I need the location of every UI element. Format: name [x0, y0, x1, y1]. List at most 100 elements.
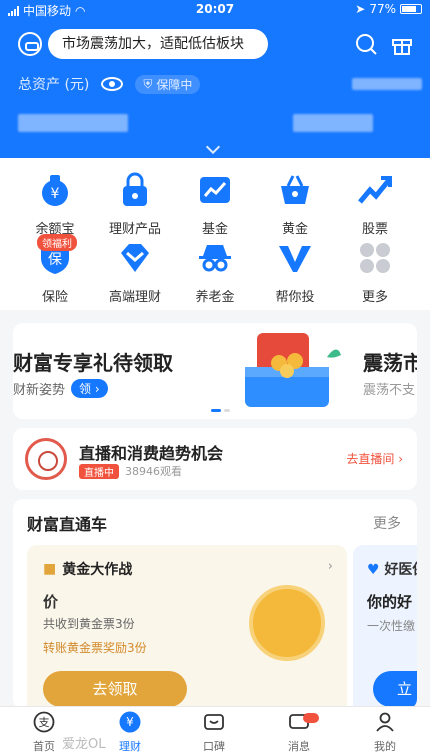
grid-item-wealth[interactable]: 理财产品: [95, 172, 175, 237]
grid-label: 帮你投: [275, 290, 315, 305]
total-assets-label: 总资产 (元): [18, 77, 90, 93]
gift-box-illustration: [245, 333, 341, 407]
chart-icon: [200, 177, 230, 203]
basket-icon: [281, 175, 309, 204]
masked-value: [352, 78, 423, 90]
koubei-icon: [204, 714, 224, 730]
user-icon: [376, 712, 394, 732]
section-title: 财富直通车: [27, 515, 108, 534]
health-insurance-card[interactable]: ♥ 好医保 你的好 一次性缴 立: [353, 545, 417, 709]
market-notice[interactable]: 市场震荡加大，适配低估板块: [48, 29, 268, 59]
location-icon: ➤: [355, 2, 366, 16]
gift-icon[interactable]: [390, 32, 414, 56]
diamond-icon: [121, 244, 149, 272]
tab-label: 消息: [288, 740, 310, 753]
trend-icon: [358, 176, 392, 204]
svg-text:保: 保: [48, 252, 62, 268]
masked-total-amount: [18, 114, 128, 132]
grid-label: 保险: [41, 290, 68, 305]
lock-icon: [123, 172, 147, 206]
grid-item-more[interactable]: 更多: [335, 240, 415, 305]
claim-button[interactable]: 领 ›: [71, 379, 108, 398]
battery-label: 77%: [369, 2, 396, 16]
grid-item-fund[interactable]: 基金: [175, 172, 255, 237]
yuan-icon: ¥: [119, 711, 141, 733]
claim-gold-button[interactable]: 去领取: [43, 671, 187, 707]
live-tag: 直播中: [79, 463, 119, 479]
svg-text:支: 支: [39, 716, 50, 729]
grid-item-premium[interactable]: 高端理财: [95, 240, 175, 305]
health-card-button[interactable]: 立: [373, 671, 417, 707]
eye-icon[interactable]: [101, 77, 124, 91]
grid-label: 黄金: [281, 222, 308, 237]
more-icon: [360, 243, 390, 273]
gold-card-header: ■ 黄金大作战: [43, 559, 132, 579]
go-live-link[interactable]: 去直播间 ›: [346, 450, 403, 467]
spy-icon: [199, 245, 231, 272]
expand-chevron-icon[interactable]: [205, 139, 221, 155]
masked-yesterday-amount: [293, 114, 374, 132]
claim-button-label: 领: [79, 382, 92, 396]
guard-label: 保障中: [156, 77, 193, 92]
grid-label: 理财产品: [108, 222, 161, 237]
tab-wealth[interactable]: ¥ 理财: [100, 711, 160, 754]
gold-card-line3: 转账黄金票奖励3份: [43, 641, 147, 655]
gold-coin-illustration: [249, 585, 325, 661]
watermark-text: 爱龙OL: [62, 737, 106, 752]
gold-card-line2: 共收到黄金票3份: [43, 617, 135, 631]
health-card-line1: 你的好: [367, 593, 413, 611]
search-icon[interactable]: [354, 32, 378, 56]
welfare-badge: 领福利: [37, 234, 77, 251]
grid-item-insurance[interactable]: 保 领福利 保险: [15, 234, 95, 305]
status-right: ➤ 77%: [355, 2, 422, 16]
unread-badge: [303, 713, 319, 723]
wealth-section: 财富直通车 更多 ■ 黄金大作战 › 价 共收到黄金票3份 转账黄金票奖励3份 …: [13, 499, 417, 709]
guard-badge[interactable]: ⛨ 保障中: [135, 74, 201, 94]
tab-label: 我的: [374, 740, 396, 753]
grid-item-invest[interactable]: 帮你投: [255, 240, 335, 305]
grid-label: 高端理财: [108, 290, 161, 305]
health-card-title: 好医保: [384, 562, 417, 578]
banner-right-title: 震荡市: [363, 351, 417, 375]
tab-koubei[interactable]: 口碑: [184, 711, 244, 754]
grid-item-stock[interactable]: 股票: [335, 172, 415, 237]
gold-card-title: 黄金大作战: [62, 562, 133, 578]
more-link[interactable]: 更多: [373, 513, 401, 533]
assistant-robot-icon[interactable]: [18, 32, 42, 56]
health-card-line2: 一次性缴: [367, 619, 416, 633]
carousel-dots: [211, 409, 230, 412]
heart-icon: ♥: [367, 562, 380, 578]
chevron-right-icon: ›: [327, 559, 333, 574]
grid-item-pension[interactable]: 养老金: [175, 240, 255, 305]
promo-banner[interactable]: 财富专享礼待领取 财新姿势 领 › 震荡市 震荡不支: [13, 323, 417, 419]
grid-label: 养老金: [195, 290, 235, 305]
banner-subtitle-row: 财新姿势 领 ›: [13, 379, 108, 398]
gold-card-line1: 价: [43, 593, 59, 611]
v-icon: [279, 246, 311, 272]
banner-title: 财富专享礼待领取: [13, 351, 173, 375]
live-meta: 直播中 38946观看: [79, 463, 182, 479]
total-assets-row: 总资产 (元) ⛨ 保障中: [18, 74, 423, 94]
gold-campaign-card[interactable]: ■ 黄金大作战 › 价 共收到黄金票3份 转账黄金票奖励3份 去领取: [27, 545, 347, 709]
banner-right-subtitle: 震荡不支: [363, 383, 416, 398]
grid-item-yuebao[interactable]: ¥ 余额宝: [15, 172, 95, 237]
svg-text:¥: ¥: [51, 186, 60, 202]
tab-label: 口碑: [203, 740, 225, 753]
shield-small-icon: ⛨: [143, 76, 153, 91]
fund-logo-icon: [25, 438, 67, 480]
header-area: 中国移动 ◠ 20:07 ➤ 77% 市场震荡加大，适配低估板块 总资产 (元)…: [0, 0, 430, 158]
bottom-tab-bar: 支 首页 爱龙OL ¥ 理财 口碑 消息 我的: [0, 706, 430, 756]
grid-label: 更多: [361, 290, 388, 305]
tab-mine[interactable]: 我的: [355, 711, 415, 754]
status-bar: 中国移动 ◠ 20:07 ➤ 77%: [0, 0, 430, 20]
live-title: 直播和消费趋势机会: [79, 444, 224, 463]
treasure-icon: ■: [43, 561, 57, 577]
tab-messages[interactable]: 消息: [269, 711, 329, 754]
svg-text:¥: ¥: [126, 715, 134, 729]
live-stream-card[interactable]: 直播和消费趋势机会 直播中 38946观看 去直播间 ›: [13, 428, 417, 490]
grid-label: 基金: [201, 222, 228, 237]
app-root: 中国移动 ◠ 20:07 ➤ 77% 市场震荡加大，适配低估板块 总资产 (元)…: [0, 0, 430, 756]
grid-item-gold[interactable]: 黄金: [255, 172, 335, 237]
grid-label: 股票: [361, 222, 388, 237]
tab-label: 理财: [119, 740, 141, 753]
